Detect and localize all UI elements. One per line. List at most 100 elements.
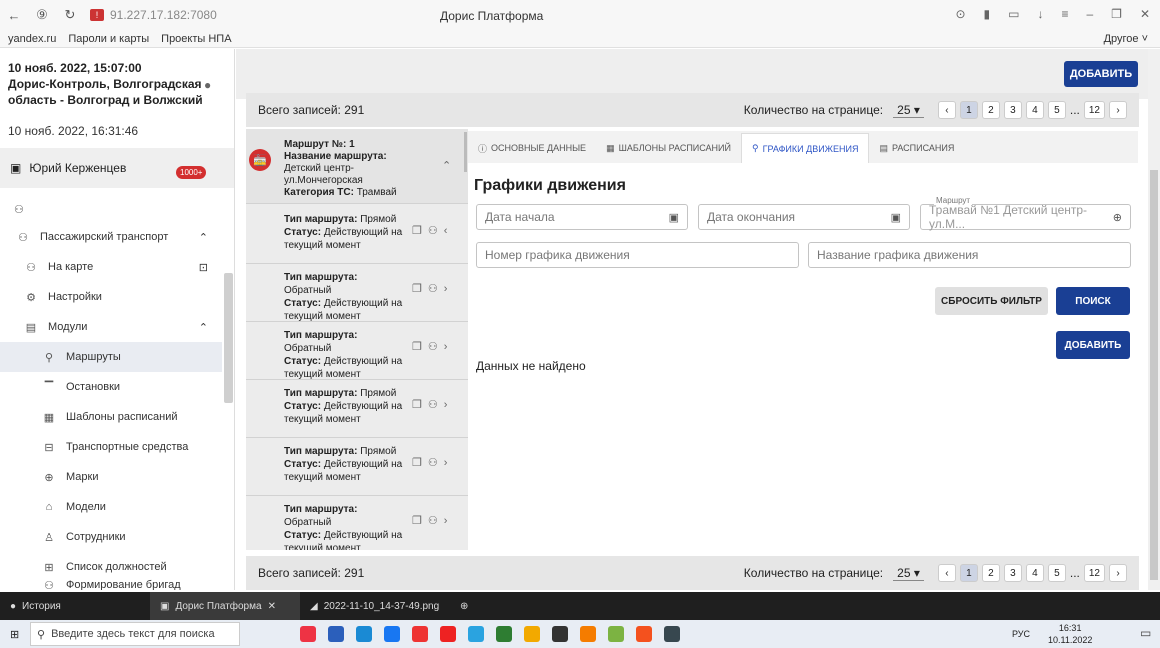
variant-card[interactable]: Тип маршрута: Прямой Статус: Действующий … (246, 209, 468, 267)
notification-badge[interactable]: 1000+ (176, 166, 207, 179)
files-icon[interactable] (524, 626, 540, 642)
copy-icon[interactable]: ❐ (412, 341, 422, 354)
per-page-select[interactable]: 25 ▾ (893, 566, 924, 581)
chevron-right-icon[interactable]: › (444, 515, 448, 528)
extension-icon[interactable]: ⊙ (955, 7, 965, 21)
copy-icon[interactable]: ❐ (412, 283, 422, 296)
schedule-name-field[interactable]: Название графика движения (808, 242, 1131, 268)
page-3[interactable]: 3 (1003, 101, 1022, 119)
restore-icon[interactable]: ❐ (1111, 7, 1122, 21)
search-button[interactable]: ПОИСК (1056, 287, 1130, 315)
facebook-icon[interactable] (384, 626, 400, 642)
chevron-right-icon[interactable]: › (444, 399, 448, 412)
chevron-right-icon[interactable]: › (444, 341, 448, 354)
tab-doris[interactable]: ▣ Дорис Платформа ✕ (150, 592, 300, 620)
bookmark-icon[interactable]: ▮ (984, 7, 991, 21)
downloads-icon[interactable]: ↓ (1037, 7, 1043, 21)
yandex-icon[interactable] (412, 626, 428, 642)
search-icon[interactable]: ⊕ (1113, 211, 1122, 224)
app-icon[interactable] (300, 626, 316, 642)
bookmark-npa[interactable]: Проекты НПА (161, 33, 231, 45)
close-icon[interactable]: ✕ (1140, 7, 1150, 21)
page-5[interactable]: 5 (1047, 101, 1066, 119)
copy-icon[interactable]: ❐ (412, 399, 422, 412)
page-4[interactable]: 4 (1025, 564, 1044, 582)
page-1[interactable]: 1 (959, 101, 978, 119)
page-2[interactable]: 2 (981, 564, 1000, 582)
nav-routes[interactable]: ⚲ Маршруты (0, 342, 222, 372)
app3-icon[interactable] (608, 626, 624, 642)
bookmark-other[interactable]: Другое ˅ (1104, 33, 1148, 45)
page-3[interactable]: 3 (1003, 564, 1022, 582)
variant-card[interactable]: Тип маршрута: Прямой Статус: Действующий … (246, 441, 468, 499)
nav-vehicles[interactable]: ⊟ Транспортные средства (0, 432, 222, 462)
new-tab-button[interactable]: ⊕ (450, 592, 478, 620)
copy-icon[interactable]: ❐ (412, 457, 422, 470)
chevron-right-icon[interactable]: › (444, 457, 448, 470)
nav-passenger[interactable]: ⚇ Пассажирский транспорт ⌃ (0, 222, 222, 252)
add-route-button[interactable]: ДОБАВИТЬ (1064, 61, 1138, 87)
calendar-icon[interactable]: ▣ (891, 211, 901, 224)
nav-employees[interactable]: ♙ Сотрудники (0, 522, 222, 552)
app5-icon[interactable] (664, 626, 680, 642)
copy-icon[interactable]: ❐ (412, 225, 422, 238)
route-card[interactable]: 🚋 Маршрут №: 1 Название маршрута: Детски… (246, 129, 468, 203)
prev-page-button[interactable]: ‹ (937, 564, 956, 582)
close-tab-icon[interactable]: ✕ (268, 601, 276, 612)
minimize-icon[interactable]: – (1086, 7, 1093, 21)
page-4[interactable]: 4 (1025, 101, 1044, 119)
word-icon[interactable] (328, 626, 344, 642)
nav-settings[interactable]: ⚙ Настройки (0, 282, 222, 312)
menu-icon[interactable]: ≡ (1061, 7, 1068, 21)
y-icon[interactable] (440, 626, 456, 642)
prev-page-button[interactable]: ‹ (937, 101, 956, 119)
variant-card[interactable]: Тип маршрута: Обратный Статус: Действующи… (246, 267, 468, 325)
add-schedule-button[interactable]: ДОБАВИТЬ (1056, 331, 1130, 359)
nav-modules[interactable]: ▤ Модули ⌃ (0, 312, 222, 342)
next-page-button[interactable]: › (1109, 101, 1127, 119)
map-icon[interactable]: ⚇ (428, 283, 438, 296)
bookmark-passwords[interactable]: Пароли и карты (68, 33, 149, 45)
tab-schedules-graph[interactable]: ⚲ ГРАФИКИ ДВИЖЕНИЯ (741, 133, 870, 163)
reset-filter-button[interactable]: СБРОСИТЬ ФИЛЬТР (935, 287, 1048, 315)
page-2[interactable]: 2 (981, 101, 1000, 119)
clock-icon[interactable] (552, 626, 568, 642)
location-pin-icon[interactable]: ● (204, 78, 211, 92)
calendar-icon[interactable]: ▣ (669, 211, 679, 224)
battery-icon[interactable]: ▭ (1008, 7, 1019, 21)
nav-teams[interactable]: ⚇ Формирование бригад (0, 579, 222, 590)
address-bar[interactable]: ! 91.227.17.182:7080 (90, 6, 217, 24)
chevron-right-icon[interactable]: › (444, 283, 448, 296)
per-page-select[interactable]: 25 ▾ (893, 103, 924, 118)
variant-card[interactable]: Тип маршрута: Обратный Статус: Действующи… (246, 325, 468, 383)
map-icon[interactable]: ⚇ (428, 399, 438, 412)
bookmark-yandex[interactable]: yandex.ru (8, 33, 56, 45)
nav-stops[interactable]: ▔ Остановки (0, 372, 222, 402)
tab-image[interactable]: ◢ 2022-11-10_14-37-49.png (300, 592, 450, 620)
nav-brands[interactable]: ⊕ Марки (0, 462, 222, 492)
app4-icon[interactable] (636, 626, 652, 642)
schedule-number-field[interactable]: Номер графика движения (476, 242, 799, 268)
telegram-icon[interactable] (468, 626, 484, 642)
nav-schedule-templates[interactable]: ▦ Шаблоны расписаний (0, 402, 222, 432)
page-12[interactable]: 12 (1083, 101, 1105, 119)
variant-card[interactable]: Тип маршрута: Прямой Статус: Действующий … (246, 383, 468, 441)
routes-scrollbar[interactable] (464, 132, 467, 172)
shield-icon[interactable]: ⑨ (28, 1, 56, 29)
language-indicator[interactable]: РУС (1012, 629, 1030, 639)
tab-main-data[interactable]: ⓘ ОСНОВНЫЕ ДАННЫЕ (468, 133, 596, 163)
variant-card[interactable]: Тип маршрута: Обратный Статус: Действующи… (246, 499, 468, 550)
tab-schedule-templates[interactable]: ▦ ШАБЛОНЫ РАСПИСАНИЙ (596, 133, 741, 163)
nav-map[interactable]: ⚇ На карте ⊡ (0, 252, 222, 282)
app2-icon[interactable] (580, 626, 596, 642)
tab-timetables[interactable]: ▤ РАСПИСАНИЯ (869, 133, 964, 163)
taskbar-search[interactable]: ⚲ Введите здесь текст для поиска (30, 622, 240, 646)
page-1[interactable]: 1 (959, 564, 978, 582)
history-item[interactable]: ● История (0, 592, 150, 620)
reload-icon[interactable]: ↻ (56, 1, 84, 29)
page-5[interactable]: 5 (1047, 564, 1066, 582)
page-scrollbar-thumb[interactable] (1150, 170, 1158, 580)
chevron-left-icon[interactable]: ‹ (444, 225, 448, 238)
map-icon[interactable]: ⚇ (428, 457, 438, 470)
browser-icon[interactable] (356, 626, 372, 642)
